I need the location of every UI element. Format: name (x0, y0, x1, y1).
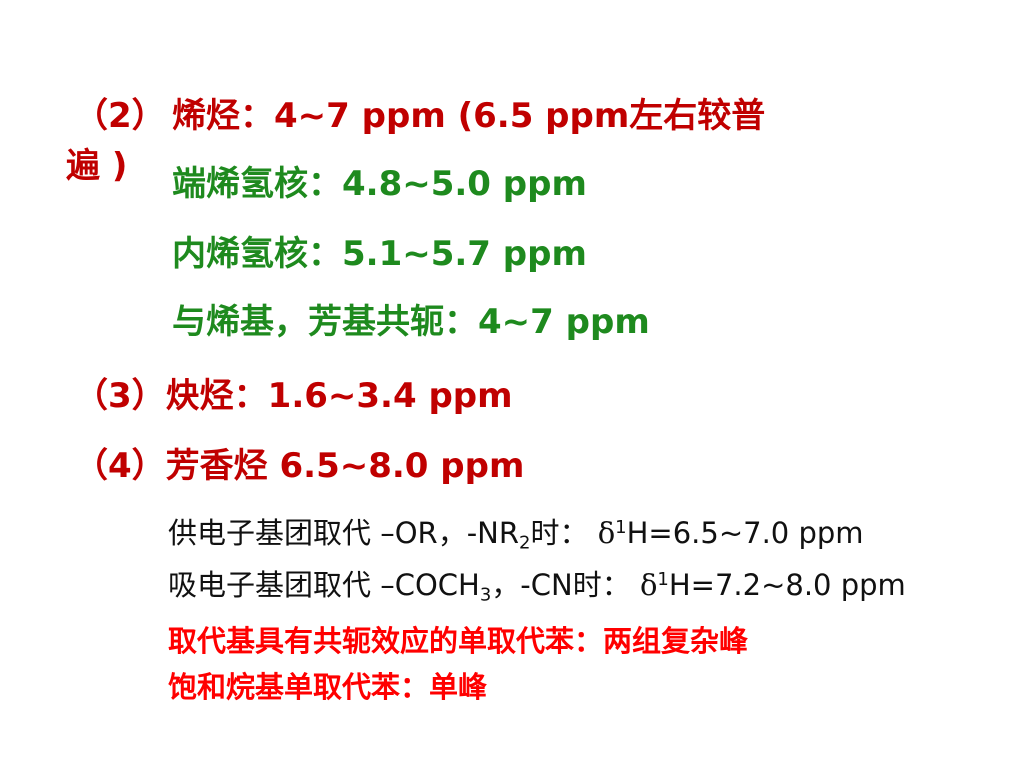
conjugated-alkene-proton: 与烯基，芳基共轭：4~7 ppm (172, 302, 650, 342)
donor-superscript: 1 (615, 517, 627, 539)
conclusion-conjugated: 取代基具有共轭效应的单取代苯：两组复杂峰 (168, 624, 749, 658)
acceptor-mid: ，-CN时： (491, 568, 631, 602)
acceptor-substituent-line: 吸电子基团取代 –COCH3，-CN时： δ1H=7.2~8.0 ppm (168, 562, 906, 604)
acceptor-subscript: 3 (479, 584, 492, 606)
donor-value: H=6.5~7.0 ppm (626, 516, 864, 550)
donor-subscript: 2 (519, 532, 531, 554)
acceptor-prefix: 吸电子基团取代 –COCH (168, 568, 480, 602)
section-2-heading: 烯烃：4~7 ppm (6.5 ppm左右较普 (172, 96, 766, 136)
section-4-aromatic: （4）芳香烃 6.5~8.0 ppm (74, 446, 525, 486)
section-2-heading-continued: 遍 ) (66, 146, 128, 186)
acceptor-delta-symbol: δ (639, 568, 658, 602)
donor-substituent-line: 供电子基团取代 –OR，-NR2时： δ1H=6.5~7.0 ppm (168, 510, 864, 552)
internal-alkene-proton: 内烯氢核：5.1~5.7 ppm (172, 234, 587, 274)
section-3-alkyne: （3）炔烃：1.6~3.4 ppm (74, 376, 513, 416)
acceptor-value: H=7.2~8.0 ppm (668, 568, 906, 602)
donor-delta-symbol: δ (597, 516, 616, 550)
conclusion-alkyl: 饱和烷基单取代苯：单峰 (168, 670, 488, 704)
acceptor-superscript: 1 (657, 569, 669, 591)
terminal-alkene-proton: 端烯氢核：4.8~5.0 ppm (172, 164, 587, 204)
donor-prefix: 供电子基团取代 –OR，-NR (168, 516, 520, 550)
section-2-number: （2） (74, 96, 166, 136)
donor-mid: 时： (530, 516, 589, 550)
